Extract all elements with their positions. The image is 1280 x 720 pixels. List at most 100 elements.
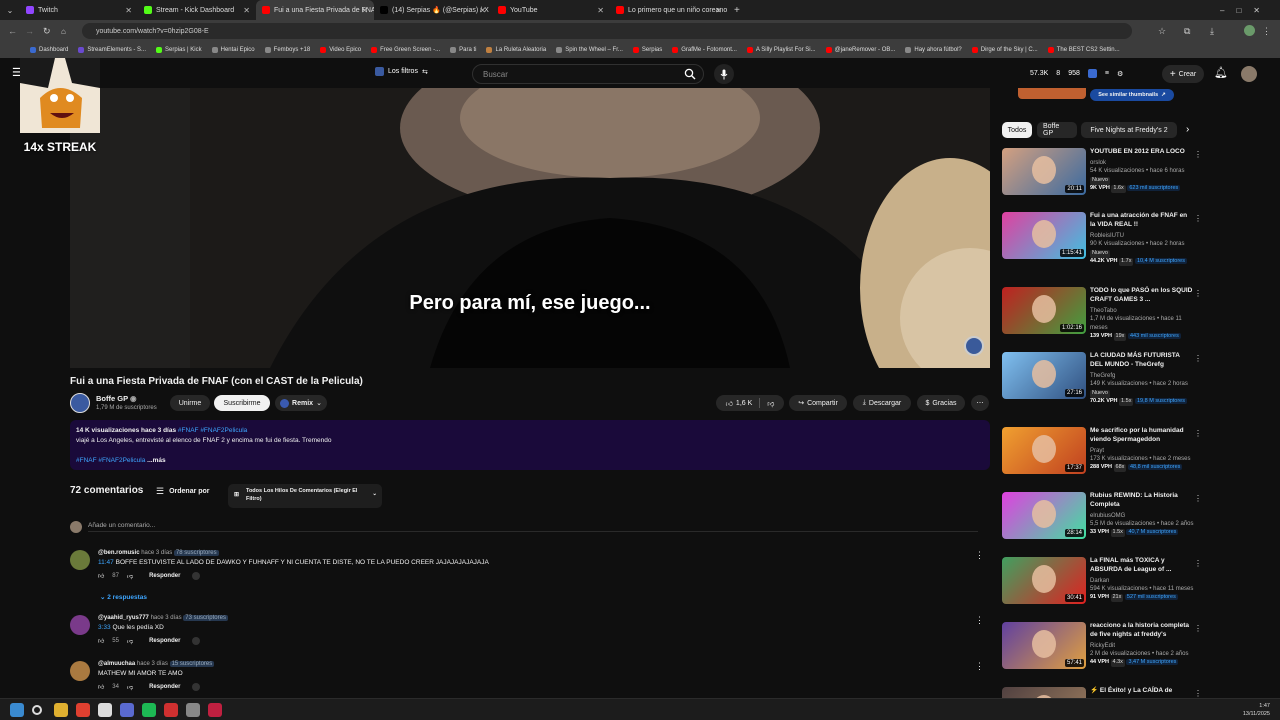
bookmark-item[interactable]: Hentai Epico [211, 47, 255, 53]
desc-tags-top[interactable]: #FNAF #FNAF2Pelicula [178, 427, 247, 434]
app-icon[interactable] [164, 703, 178, 717]
comment-filter-select[interactable]: ⊞ Todos Los Hilos De Comentarios (Elegir… [228, 484, 382, 508]
download-button[interactable]: ⤓ Descargar [853, 395, 911, 411]
tab-close-icon[interactable]: ✕ [243, 6, 250, 15]
bookmark-item[interactable]: Serpias [632, 47, 662, 53]
video-thumbnail[interactable]: 17:37 [1002, 427, 1086, 474]
video-menu-icon[interactable]: ⋮ [1194, 559, 1202, 568]
recommended-video[interactable]: 17:37 Me sacrifico por la humanidad viend… [1002, 427, 1202, 485]
video-menu-icon[interactable]: ⋮ [1194, 289, 1202, 298]
tab-menu-icon[interactable]: ⌄ [0, 6, 20, 15]
comment-avatar[interactable] [70, 615, 90, 635]
browser-menu-icon[interactable]: ⋮ [1262, 26, 1271, 37]
video-title[interactable]: LA CIUDAD MÁS FUTURISTA DEL MUNDO - TheG… [1090, 352, 1194, 370]
new-tab-button[interactable]: + [734, 5, 740, 16]
comment-user[interactable]: @almuuchaa [98, 661, 135, 667]
video-thumbnail[interactable]: 1:02:16 [1002, 287, 1086, 334]
extensions-icon[interactable]: ⧉ [1184, 26, 1190, 37]
comment-like-icon[interactable]: 👍︎ [98, 572, 104, 580]
comment-user[interactable]: @yaahid_ryus777 [98, 615, 149, 621]
create-button[interactable]: + Crear [1162, 65, 1204, 83]
subscribe-button[interactable]: Suscribirme [214, 395, 270, 411]
video-menu-icon[interactable]: ⋮ [1194, 214, 1202, 223]
bookmark-item[interactable]: Free Green Screen -... [371, 47, 440, 53]
replies-toggle[interactable]: ⌄ 2 respuestas [100, 593, 147, 601]
file-explorer-icon[interactable] [54, 703, 68, 717]
recommended-video[interactable]: 1:15:41 Fui a una atracción de FNAF en la… [1002, 212, 1202, 270]
video-channel[interactable]: Prayt [1090, 447, 1194, 456]
video-channel[interactable]: TheGrefg [1090, 372, 1194, 381]
bookmark-item[interactable]: Para ti [450, 47, 476, 53]
video-thumbnail[interactable]: 20:11 [1002, 148, 1086, 195]
video-thumbnail[interactable]: 30:41 [1002, 557, 1086, 604]
video-title[interactable]: YOUTUBE EN 2012 ERA LOCO [1090, 148, 1194, 157]
reload-icon[interactable]: ↻ [43, 26, 51, 37]
video-title[interactable]: reacciono a la historia completa de five… [1090, 622, 1194, 640]
comment-dislike-icon[interactable]: 👎︎ [127, 683, 133, 691]
comment-reply-button[interactable]: Responder [149, 684, 180, 690]
bookmark-item[interactable]: The BEST CS2 Settin... [1047, 47, 1120, 53]
browser-tab[interactable]: Lo primero que un niño coreano ✕ [610, 0, 728, 20]
app-icon[interactable] [208, 703, 222, 717]
comment-like-icon[interactable]: 👍︎ [98, 637, 104, 645]
filters-button[interactable]: Los filtros ⇆ [375, 67, 428, 76]
video-thumbnail[interactable]: 28:14 [1002, 492, 1086, 539]
video-menu-icon[interactable]: ⋮ [1194, 624, 1202, 633]
bookmark-star-icon[interactable]: ☆ [1158, 26, 1166, 37]
bookmark-item[interactable]: StreamElements - S... [78, 47, 146, 53]
search-button[interactable] [676, 64, 704, 84]
video-title[interactable]: Fui a una atracción de FNAF en la VIDA R… [1090, 212, 1194, 230]
channel-info[interactable]: Boffe GP ◉ 1,79 M de suscriptores [96, 394, 157, 411]
bookmark-item[interactable]: Hay ahora fútbol? [905, 47, 962, 53]
video-title[interactable]: Rubius REWIND: La Historia Completa [1090, 492, 1194, 510]
comment-avatar[interactable] [70, 661, 90, 681]
comment-reply-button[interactable]: Responder [149, 638, 180, 644]
search-input[interactable]: Buscar [472, 64, 704, 84]
bookmark-item[interactable]: A Silly Playlist For Si... [746, 47, 816, 53]
header-stats[interactable]: 57.3K 8 958 ≡ ⚙ [1030, 69, 1123, 78]
window-controls[interactable]: –□✕ [1220, 6, 1272, 15]
video-menu-icon[interactable]: ⋮ [1194, 494, 1202, 503]
recommended-video[interactable]: 30:41 La FINAL más TOXICA y ABSURDA de Le… [1002, 557, 1202, 615]
comment-menu-icon[interactable]: ⋮ [975, 550, 984, 561]
browser-tab[interactable]: YouTube ✕ [492, 0, 610, 20]
comment-dislike-icon[interactable]: 👎︎ [127, 637, 133, 645]
channel-watermark[interactable] [964, 336, 984, 356]
home-icon[interactable]: ⌂ [61, 27, 66, 36]
sort-button[interactable]: ☰ Ordenar por [156, 486, 210, 497]
chrome-icon[interactable] [76, 703, 90, 717]
bookmark-item[interactable]: Femboys +18 [264, 47, 310, 53]
bookmark-item[interactable]: GrafMe - Fotomont... [672, 47, 737, 53]
comment-menu-icon[interactable]: ⋮ [975, 615, 984, 626]
bookmark-item[interactable]: Serpias | Kick [156, 47, 202, 53]
join-button[interactable]: Unirme [170, 395, 210, 411]
comment-menu-icon[interactable]: ⋮ [975, 661, 984, 672]
video-menu-icon[interactable]: ⋮ [1194, 429, 1202, 438]
video-channel[interactable]: RobleisIUTU [1090, 232, 1194, 241]
video-title[interactable]: La FINAL más TOXICA y ABSURDA de League … [1090, 557, 1194, 575]
bookmark-item[interactable]: Dirge of the Sky | C... [971, 47, 1038, 53]
recommended-video[interactable]: 57:41 reacciono a la historia completa de… [1002, 622, 1202, 680]
bookmark-item[interactable]: La Ruleta Aleatoria [486, 47, 546, 53]
tab-close-icon[interactable]: ✕ [597, 6, 604, 15]
recommended-video[interactable]: 1:02:16 TODO lo que PASÓ en los SQUID CRA… [1002, 287, 1202, 345]
video-channel[interactable]: RickyEdit [1090, 642, 1194, 651]
video-channel[interactable]: Darkan [1090, 577, 1194, 586]
bookmark-item[interactable]: Spin the Wheel – Fr... [556, 47, 623, 53]
account-avatar[interactable] [1241, 66, 1257, 82]
start-icon[interactable] [10, 703, 24, 717]
video-title[interactable]: TODO lo que PASÓ en los SQUID CRAFT GAME… [1090, 287, 1194, 305]
bookmark-item[interactable]: @janeRemover - OB... [825, 47, 895, 53]
share-button[interactable]: ↪ Compartir [789, 395, 847, 411]
thanks-button[interactable]: $ Gracias [917, 395, 965, 411]
profile-avatar[interactable] [1244, 25, 1255, 36]
browser-tab[interactable]: Twitch ✕ [20, 0, 138, 20]
thumbs-down-icon[interactable]: 👎︎ [767, 399, 774, 408]
back-icon[interactable]: ← [8, 26, 17, 36]
comment-user[interactable]: @ben.romusic [98, 550, 140, 556]
clock[interactable]: 1:47 13/11/2025 [1243, 702, 1270, 719]
more-actions-button[interactable]: ⋯ [971, 395, 989, 411]
url-field[interactable]: youtube.com/watch?v=0hzip2G08-E [82, 23, 1132, 39]
tab-close-icon[interactable]: ✕ [125, 6, 132, 15]
channel-avatar[interactable] [70, 393, 90, 413]
